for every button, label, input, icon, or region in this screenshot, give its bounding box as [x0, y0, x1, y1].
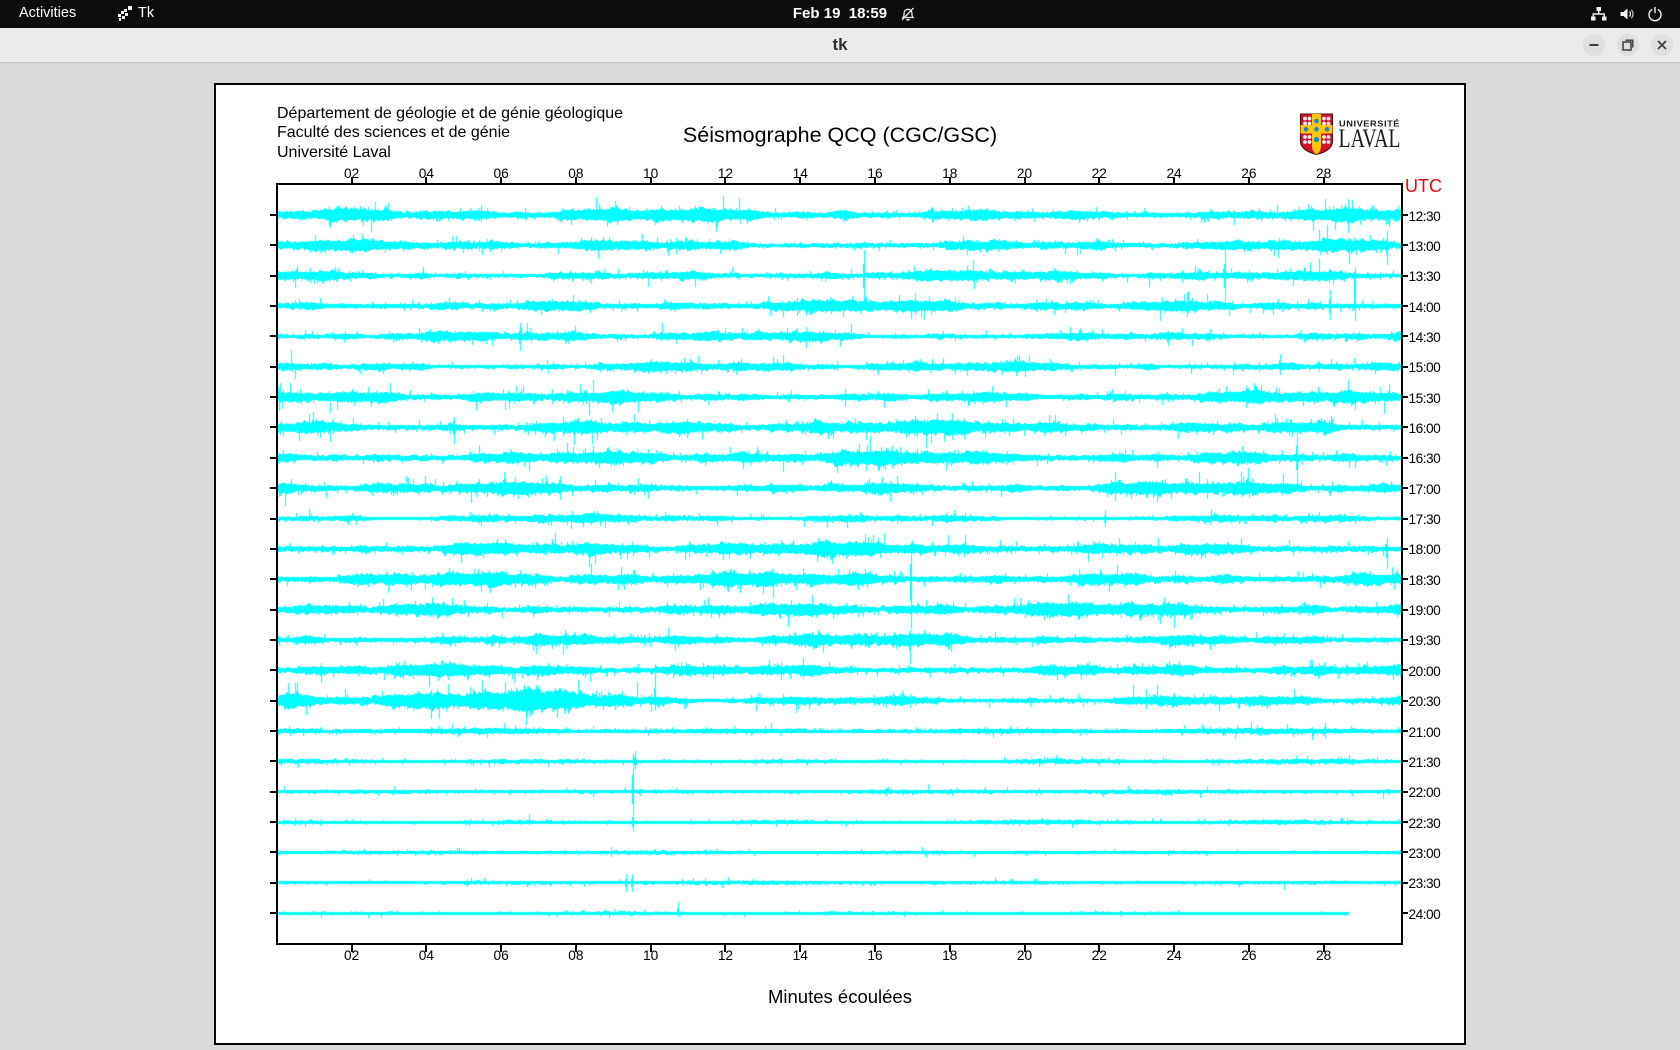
svg-text:LAVAL: LAVAL [1339, 123, 1401, 153]
